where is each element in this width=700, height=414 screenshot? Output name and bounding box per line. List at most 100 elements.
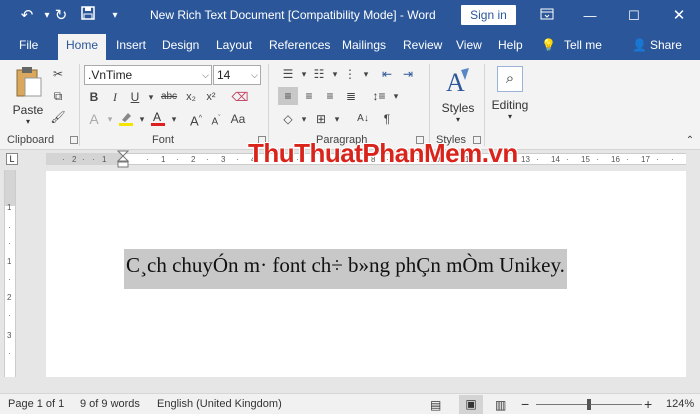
subscript-button[interactable]: x₂ [181,88,201,106]
share-button[interactable]: 👤 Share [632,38,682,52]
zoom-out-button[interactable]: − [521,396,529,412]
bold-button[interactable]: B [84,88,104,106]
tab-insert[interactable]: Insert [116,38,146,52]
web-layout-icon[interactable]: ▥ [495,398,506,412]
page-count[interactable]: Page 1 of 1 [8,398,64,410]
zoom-in-button[interactable]: + [644,396,652,412]
clipboard-launcher-icon[interactable] [70,136,78,144]
svg-text:·: · [566,155,569,164]
decrease-indent-icon[interactable]: ⇤ [377,65,397,83]
document-text[interactable]: C¸ch chuyÓn m· font ch÷ b»ng phÇn mÒm Un… [124,249,567,289]
group-divider [429,64,430,146]
paste-dropdown-icon[interactable]: ▾ [10,117,46,126]
tab-file[interactable]: File [19,38,38,52]
line-spacing-dropdown-icon[interactable]: ▾ [386,87,406,105]
svg-text:13: 13 [521,155,530,164]
styles-button[interactable]: A Styles ▾ [438,66,478,128]
status-bar: Page 1 of 1 9 of 9 words English (United… [0,393,700,414]
save-icon[interactable] [77,5,99,27]
read-mode-icon[interactable]: ▤ [430,398,441,412]
cut-icon[interactable]: ✂ [48,65,68,83]
font-name-box[interactable]: .VnTime ⌵ [84,65,212,85]
shrink-font-icon[interactable]: Aˇ [206,110,226,128]
tab-mailings[interactable]: Mailings [342,38,386,52]
customize-qat-icon[interactable]: ▾ [104,5,126,27]
tab-layout[interactable]: Layout [216,38,252,52]
sign-in-button[interactable]: Sign in [461,5,516,25]
borders-dropdown-icon[interactable]: ▾ [327,110,347,128]
svg-text:A: A [153,110,161,124]
print-layout-icon[interactable]: ▣ [459,395,483,414]
tab-design[interactable]: Design [162,38,199,52]
svg-text:·: · [8,311,11,320]
tab-selector[interactable]: L [6,153,18,165]
justify-button[interactable]: ≣ [341,87,361,105]
sort-icon[interactable]: A↓ [353,110,373,128]
tell-me-search[interactable]: 💡 Tell me [541,38,602,52]
italic-button[interactable]: I [105,88,125,106]
format-painter-icon[interactable]: 🖌 [48,108,68,126]
tab-review[interactable]: Review [403,38,442,52]
clipboard-icon [16,67,42,97]
maximize-button[interactable]: ☐ [619,5,649,27]
vertical-ruler[interactable]: 1 · · 1 · 2 · 3 · [4,170,16,377]
ribbon-tab-bar: File Home Insert Design Layout Reference… [0,32,700,60]
change-case-icon[interactable]: Aa [228,110,248,128]
lightbulb-icon: 💡 [541,38,556,52]
paste-button[interactable]: Paste ▾ [10,66,46,128]
zoom-level[interactable]: 124% [666,398,694,410]
svg-text:·: · [146,155,149,164]
copy-icon[interactable]: ⧉ [48,87,68,105]
styles-dropdown-icon: ▾ [455,115,460,124]
clear-formatting-icon[interactable]: ⌫ [230,88,250,106]
document-page[interactable]: C¸ch chuyÓn m· font ch÷ b»ng phÇn mÒm Un… [46,171,686,377]
group-divider [79,64,80,146]
collapse-ribbon-icon[interactable]: ⌃ [680,132,700,150]
svg-text:·: · [656,155,659,164]
svg-text:1: 1 [7,257,12,266]
tab-view[interactable]: View [456,38,482,52]
svg-text:3: 3 [7,331,12,340]
svg-text:·: · [8,275,11,284]
minimize-button[interactable]: — [575,5,605,27]
superscript-button[interactable]: x² [201,88,221,106]
ribbon-home: Paste ▾ ✂ ⧉ 🖌 Clipboard .VnTime ⌵ 14 ⌵ B… [0,60,700,150]
indent-marker-icon[interactable] [117,150,129,168]
strikethrough-button[interactable]: abc [158,88,180,106]
site-watermark: ThuThuatPhanMem.vn [248,138,518,168]
vertical-scrollbar[interactable] [686,150,700,377]
align-center-button[interactable]: ≡ [299,87,319,105]
grow-font-icon[interactable]: A^ [186,110,206,128]
svg-text:2: 2 [7,293,12,302]
multilevel-dropdown-icon[interactable]: ▾ [356,65,376,83]
word-count[interactable]: 9 of 9 words [80,398,140,410]
zoom-slider-thumb[interactable] [587,399,591,410]
title-bar: ↶ ▾ ↻ ▾ New Rich Text Document [Compatib… [0,0,700,32]
svg-text:·: · [8,223,11,232]
tab-home[interactable]: Home [58,34,107,60]
svg-text:·: · [62,155,65,164]
undo-icon[interactable]: ↶ [16,5,38,27]
svg-text:2: 2 [191,155,196,164]
svg-text:3: 3 [221,155,226,164]
group-divider [268,64,269,146]
svg-text:16: 16 [611,155,620,164]
svg-text:·: · [671,155,674,164]
language-indicator[interactable]: English (United Kingdom) [157,398,282,410]
svg-text:2: 2 [72,155,77,164]
close-button[interactable]: ✕ [664,5,694,27]
font-color-dropdown-icon[interactable]: ▾ [164,110,184,128]
editing-button[interactable]: ⌕ Editing ▾ [490,66,530,128]
increase-indent-icon[interactable]: ⇥ [398,65,418,83]
redo-icon[interactable]: ↻ [50,5,72,27]
font-size-box[interactable]: 14 ⌵ [213,65,261,85]
ribbon-display-options-icon[interactable] [532,5,562,27]
chevron-down-icon: ⌵ [251,70,258,80]
align-left-button[interactable]: ≡ [278,87,298,105]
tab-help[interactable]: Help [498,38,523,52]
svg-text:·: · [176,155,179,164]
search-icon: ⌕ [497,66,523,92]
show-formatting-icon[interactable]: ¶ [377,110,397,128]
tab-references[interactable]: References [269,38,330,52]
align-right-button[interactable]: ≡ [320,87,340,105]
